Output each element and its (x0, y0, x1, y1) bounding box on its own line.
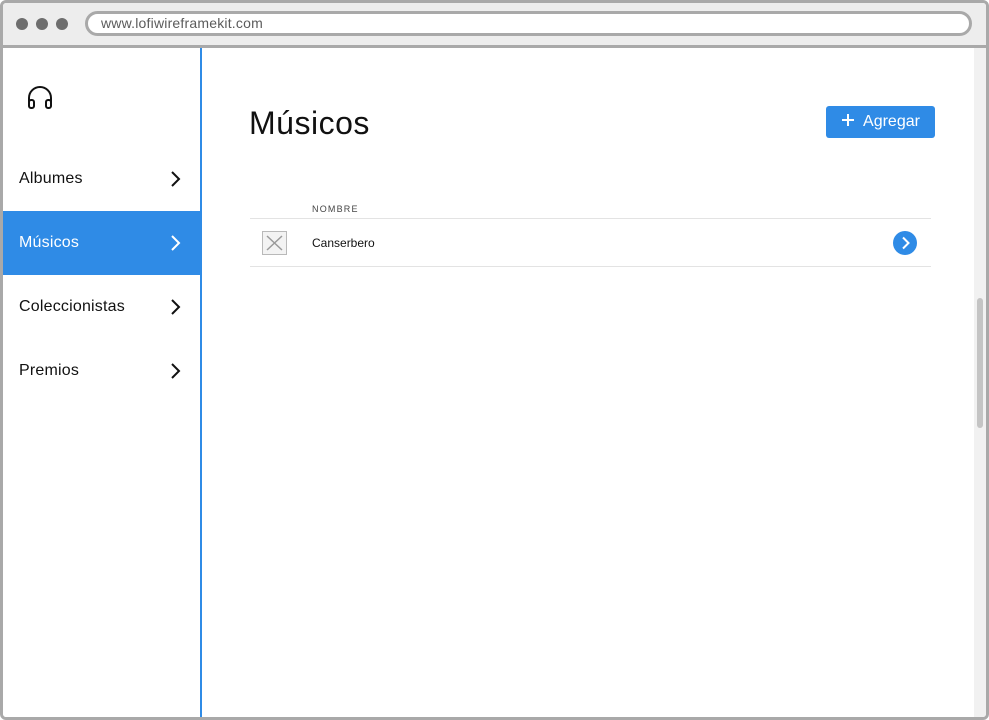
chevron-right-icon (169, 361, 181, 381)
add-button[interactable]: Agregar (826, 106, 935, 138)
page-title: Músicos (249, 105, 370, 141)
headphones-icon (25, 83, 55, 113)
window-maximize-dot[interactable] (56, 18, 68, 30)
sidebar-item-label: Albumes (19, 170, 83, 187)
musician-name: Canserbero (312, 236, 375, 250)
browser-window: www.lofiwireframekit.com Albumes Músicos… (0, 0, 989, 720)
sidebar-item-label: Músicos (19, 234, 80, 251)
sidebar-item-premios[interactable]: Premios (3, 339, 200, 403)
plus-icon (841, 113, 855, 132)
main-content: Músicos Agregar NOMBRE Canserbero (204, 48, 974, 717)
sidebar-item-musicos[interactable]: Músicos (3, 211, 200, 275)
chevron-circle-right-icon[interactable] (893, 231, 917, 255)
sidebar-item-label: Premios (19, 362, 80, 379)
window-minimize-dot[interactable] (36, 18, 48, 30)
scrollbar-thumb[interactable] (977, 298, 983, 428)
sidebar-item-label: Coleccionistas (19, 298, 125, 315)
column-header-nombre: NOMBRE (312, 204, 359, 214)
sidebar-item-coleccionistas[interactable]: Coleccionistas (3, 275, 200, 339)
browser-toolbar: www.lofiwireframekit.com (3, 3, 986, 48)
sidebar: Albumes Músicos Coleccionistas Premios (3, 48, 202, 717)
chevron-right-icon (169, 169, 181, 189)
chevron-right-icon (169, 233, 181, 253)
add-button-label: Agregar (863, 113, 920, 130)
window-close-dot[interactable] (16, 18, 28, 30)
address-bar[interactable]: www.lofiwireframekit.com (85, 11, 972, 36)
image-placeholder-icon (262, 231, 287, 255)
sidebar-item-albumes[interactable]: Albumes (3, 147, 200, 211)
table-row[interactable]: Canserbero (250, 219, 931, 267)
chevron-right-icon (169, 297, 181, 317)
vertical-scrollbar[interactable] (974, 48, 986, 717)
